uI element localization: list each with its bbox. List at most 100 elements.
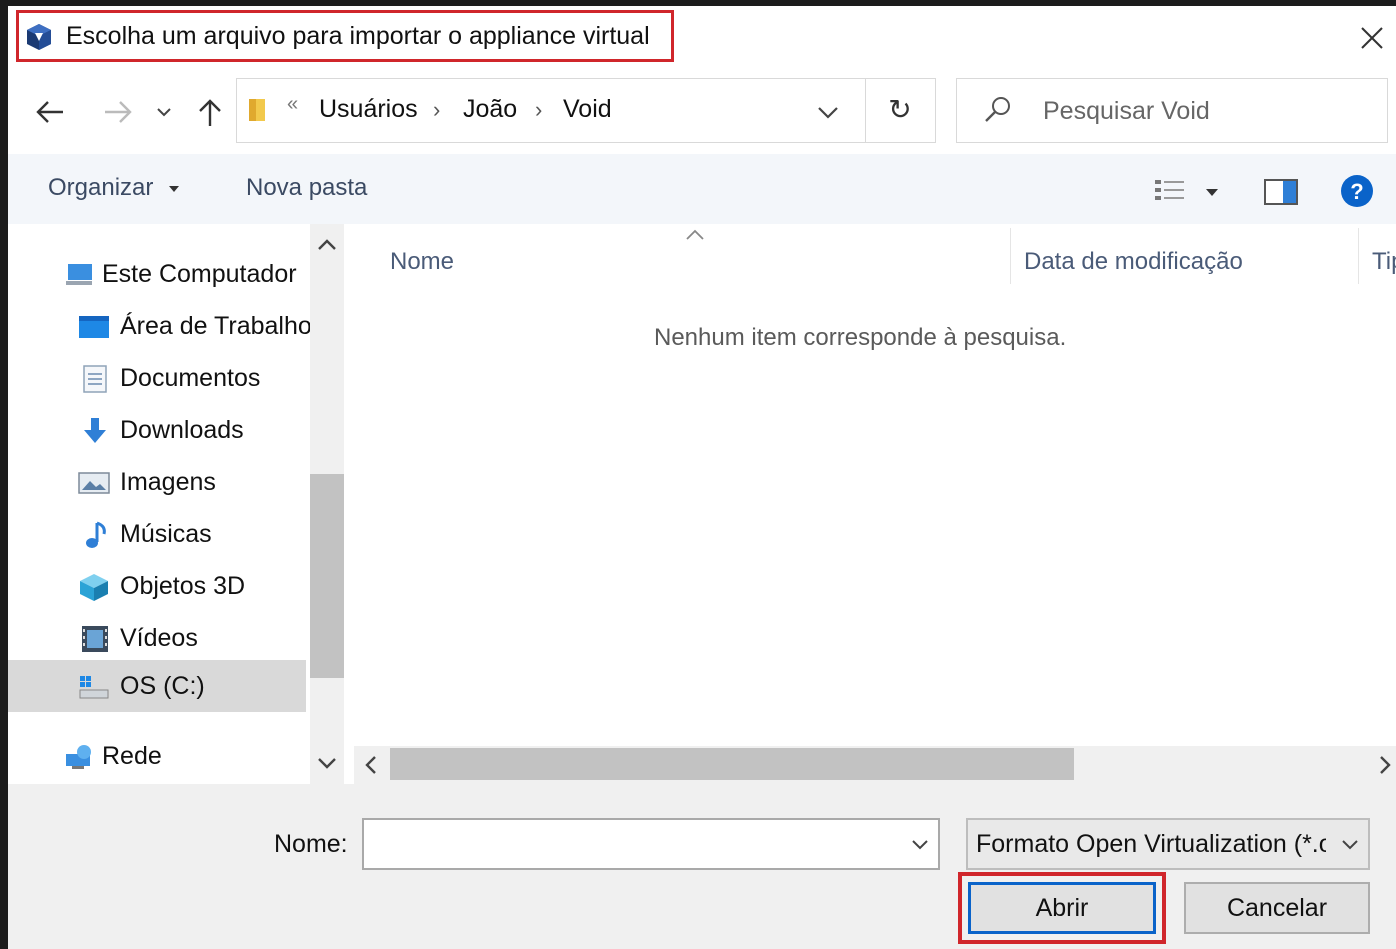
scroll-right-button[interactable] [1374,752,1396,778]
file-name-input[interactable] [362,818,940,870]
sidebar-item-label: Vídeos [120,624,198,652]
sidebar-item-label: Rede [102,742,162,770]
organize-label: Organizar [48,174,154,201]
sort-ascending-icon [684,228,706,242]
cancel-button[interactable]: Cancelar [1184,882,1370,934]
breadcrumb-separator-icon: › [433,97,441,122]
overflow-chevron[interactable]: « [287,93,298,116]
refresh-button[interactable]: ↻ [877,93,923,129]
recent-locations-button[interactable] [152,96,176,128]
desktop-icon [78,312,109,342]
sidebar-item-documents[interactable]: Documentos [8,354,306,404]
sidebar-item-label: Músicas [120,520,212,548]
file-type-dropdown-button[interactable] [1338,832,1362,856]
sidebar-item-pictures[interactable]: Imagens [8,458,306,508]
help-button[interactable]: ? [1340,174,1374,208]
file-type-filter[interactable]: Formato Open Virtualization (*.ova;*.ovf… [966,818,1370,870]
view-dropdown-button[interactable] [1204,186,1220,198]
network-icon [64,742,94,772]
window-title: Escolha um arquivo para importar o appli… [66,22,650,50]
sidebar-item-videos[interactable]: Vídeos [8,614,306,664]
scroll-up-button[interactable] [314,234,340,256]
up-arrow-icon [199,99,221,126]
pictures-icon [78,468,110,498]
3d-objects-icon [78,572,108,602]
preview-pane-button[interactable] [1264,178,1298,206]
navigation-pane: Este Computador Área de Trabalho Documen… [8,224,312,784]
caret-down-icon [169,185,180,192]
chevron-down-icon [912,840,928,850]
sidebar-item-music[interactable]: Músicas [8,510,306,560]
column-header-type[interactable]: Tipo [1372,248,1396,276]
search-box[interactable]: Pesquisar Void [956,78,1388,143]
refresh-icon: ↻ [888,94,912,125]
scroll-left-button[interactable] [360,752,382,778]
column-separator[interactable] [1010,228,1011,284]
sidebar-item-label: Área de Trabalho [120,312,312,340]
column-separator[interactable] [1358,228,1359,284]
column-header-name[interactable]: Nome [390,248,454,276]
sidebar-item-label: Este Computador [102,260,297,288]
download-icon [80,416,110,446]
file-name-dropdown-button[interactable] [908,832,932,856]
chevron-down-icon [1342,840,1358,850]
videos-icon [80,624,110,654]
back-button[interactable] [30,92,70,132]
search-placeholder: Pesquisar Void [1043,97,1210,125]
help-icon: ? [1341,175,1373,207]
forward-arrow-icon [105,101,132,123]
sidebar-item-label: Objetos 3D [120,572,246,600]
back-arrow-icon [36,101,63,123]
file-open-dialog: Escolha um arquivo para importar o appli… [8,6,1396,949]
up-button[interactable] [192,92,228,132]
sidebar-item-drive-c[interactable]: OS (C:) [8,660,306,712]
sidebar-item-label: Documentos [120,364,261,392]
sidebar-item-label: Imagens [120,468,216,496]
sidebar-item-this-pc[interactable]: Este Computador [8,250,306,300]
sidebar-item-label: Downloads [120,416,244,444]
file-list: Nome Data de modificação Tipo Nenhum ite… [354,224,1396,784]
sidebar-item-desktop[interactable]: Área de Trabalho [8,302,312,352]
new-folder-button[interactable]: Nova pasta [246,174,367,202]
computer-icon [64,260,94,290]
sidebar-item-downloads[interactable]: Downloads [8,406,306,456]
virtualbox-icon [24,22,54,52]
address-divider [865,79,866,142]
organize-menu[interactable]: Organizar [48,174,180,202]
close-icon [1361,27,1383,49]
breadcrumb-users[interactable]: Usuários [319,95,418,124]
documents-icon [80,364,110,394]
column-header-date-modified[interactable]: Data de modificação [1024,248,1243,276]
navigation-scrollbar-thumb[interactable] [310,474,344,678]
search-icon [983,95,1013,125]
chevron-right-icon [1380,756,1391,774]
drive-icon [78,672,109,702]
folder-icon [247,97,269,123]
sidebar-item-3d-objects[interactable]: Objetos 3D [8,562,306,612]
open-highlight-box [958,872,1166,944]
sidebar-item-network[interactable]: Rede [8,732,306,782]
svg-text:?: ? [1350,179,1363,204]
chevron-down-icon [318,758,336,769]
close-button[interactable] [1352,18,1392,58]
scroll-down-button[interactable] [314,752,340,774]
address-bar[interactable]: « Usuários › João › Void ↻ [236,78,936,143]
forward-button[interactable] [98,92,138,132]
command-bar: Organizar Nova pasta ? [8,154,1396,224]
chevron-down-icon [157,108,171,117]
file-list-scrollbar-thumb[interactable] [390,748,1074,780]
preview-pane-icon [1264,179,1298,205]
music-icon [82,520,112,550]
chevron-left-icon [365,756,376,774]
view-options-button[interactable] [1154,178,1186,206]
empty-results-message: Nenhum item corresponde à pesquisa. [654,324,1067,351]
chevron-down-icon [818,107,838,119]
chevron-up-icon [318,239,336,250]
breadcrumb-joao[interactable]: João [463,95,517,124]
sidebar-item-label: OS (C:) [120,672,205,700]
caret-down-icon [1206,189,1218,196]
file-type-filter-value: Formato Open Virtualization (*.ova;*.ovf… [976,830,1326,858]
breadcrumb-void[interactable]: Void [563,95,612,124]
details-view-icon [1155,180,1184,200]
address-dropdown-button[interactable] [813,97,843,127]
